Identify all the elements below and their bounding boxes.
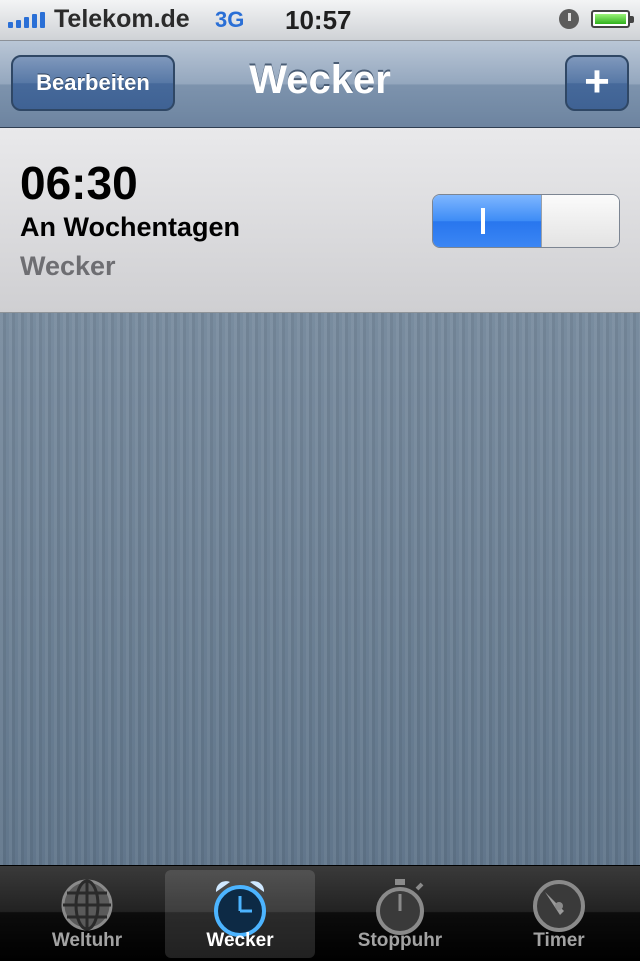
tab-label: Timer (533, 930, 585, 951)
carrier-name: Telekom.de (54, 5, 190, 33)
tab-bar: Weltuhr Wecker Stoppuhr Timer (0, 865, 640, 961)
tab-wecker[interactable]: Wecker (165, 870, 315, 958)
alarm-clock-icon (214, 881, 266, 937)
add-alarm-button[interactable]: + (565, 55, 629, 111)
toggle-on-track (433, 195, 541, 247)
signal-icon (8, 12, 45, 28)
navigation-bar: Bearbeiten Wecker + (0, 41, 640, 128)
tab-label: Weltuhr (51, 930, 123, 951)
status-time: 10:57 (285, 5, 352, 35)
alarm-repeat: An Wochentagen (20, 212, 241, 242)
toggle-knob[interactable] (541, 195, 619, 247)
toggle-on-mark: I (481, 208, 485, 234)
alarm-toggle-switch[interactable]: I (432, 194, 620, 248)
alarm-label: Wecker (20, 251, 116, 281)
tab-label: Wecker (206, 930, 274, 951)
page-title: Wecker (249, 58, 391, 102)
timer-icon (533, 880, 585, 932)
tab-label: Stoppuhr (357, 930, 443, 951)
stopwatch-icon (376, 879, 424, 935)
network-type: 3G (215, 7, 245, 32)
alarm-time: 06:30 (20, 157, 138, 209)
tab-stoppuhr[interactable]: Stoppuhr (325, 870, 475, 958)
globe-icon (61, 879, 113, 931)
tab-timer[interactable]: Timer (484, 870, 634, 958)
alarm-list-item[interactable]: 06:30 An Wochentagen Wecker I (0, 128, 640, 313)
empty-list-background (0, 313, 640, 865)
status-bar: Telekom.de 3G 10:57 (0, 0, 640, 41)
battery-icon (591, 10, 634, 28)
alarm-clock-icon (559, 9, 579, 29)
tab-weltuhr[interactable]: Weltuhr (12, 870, 162, 958)
